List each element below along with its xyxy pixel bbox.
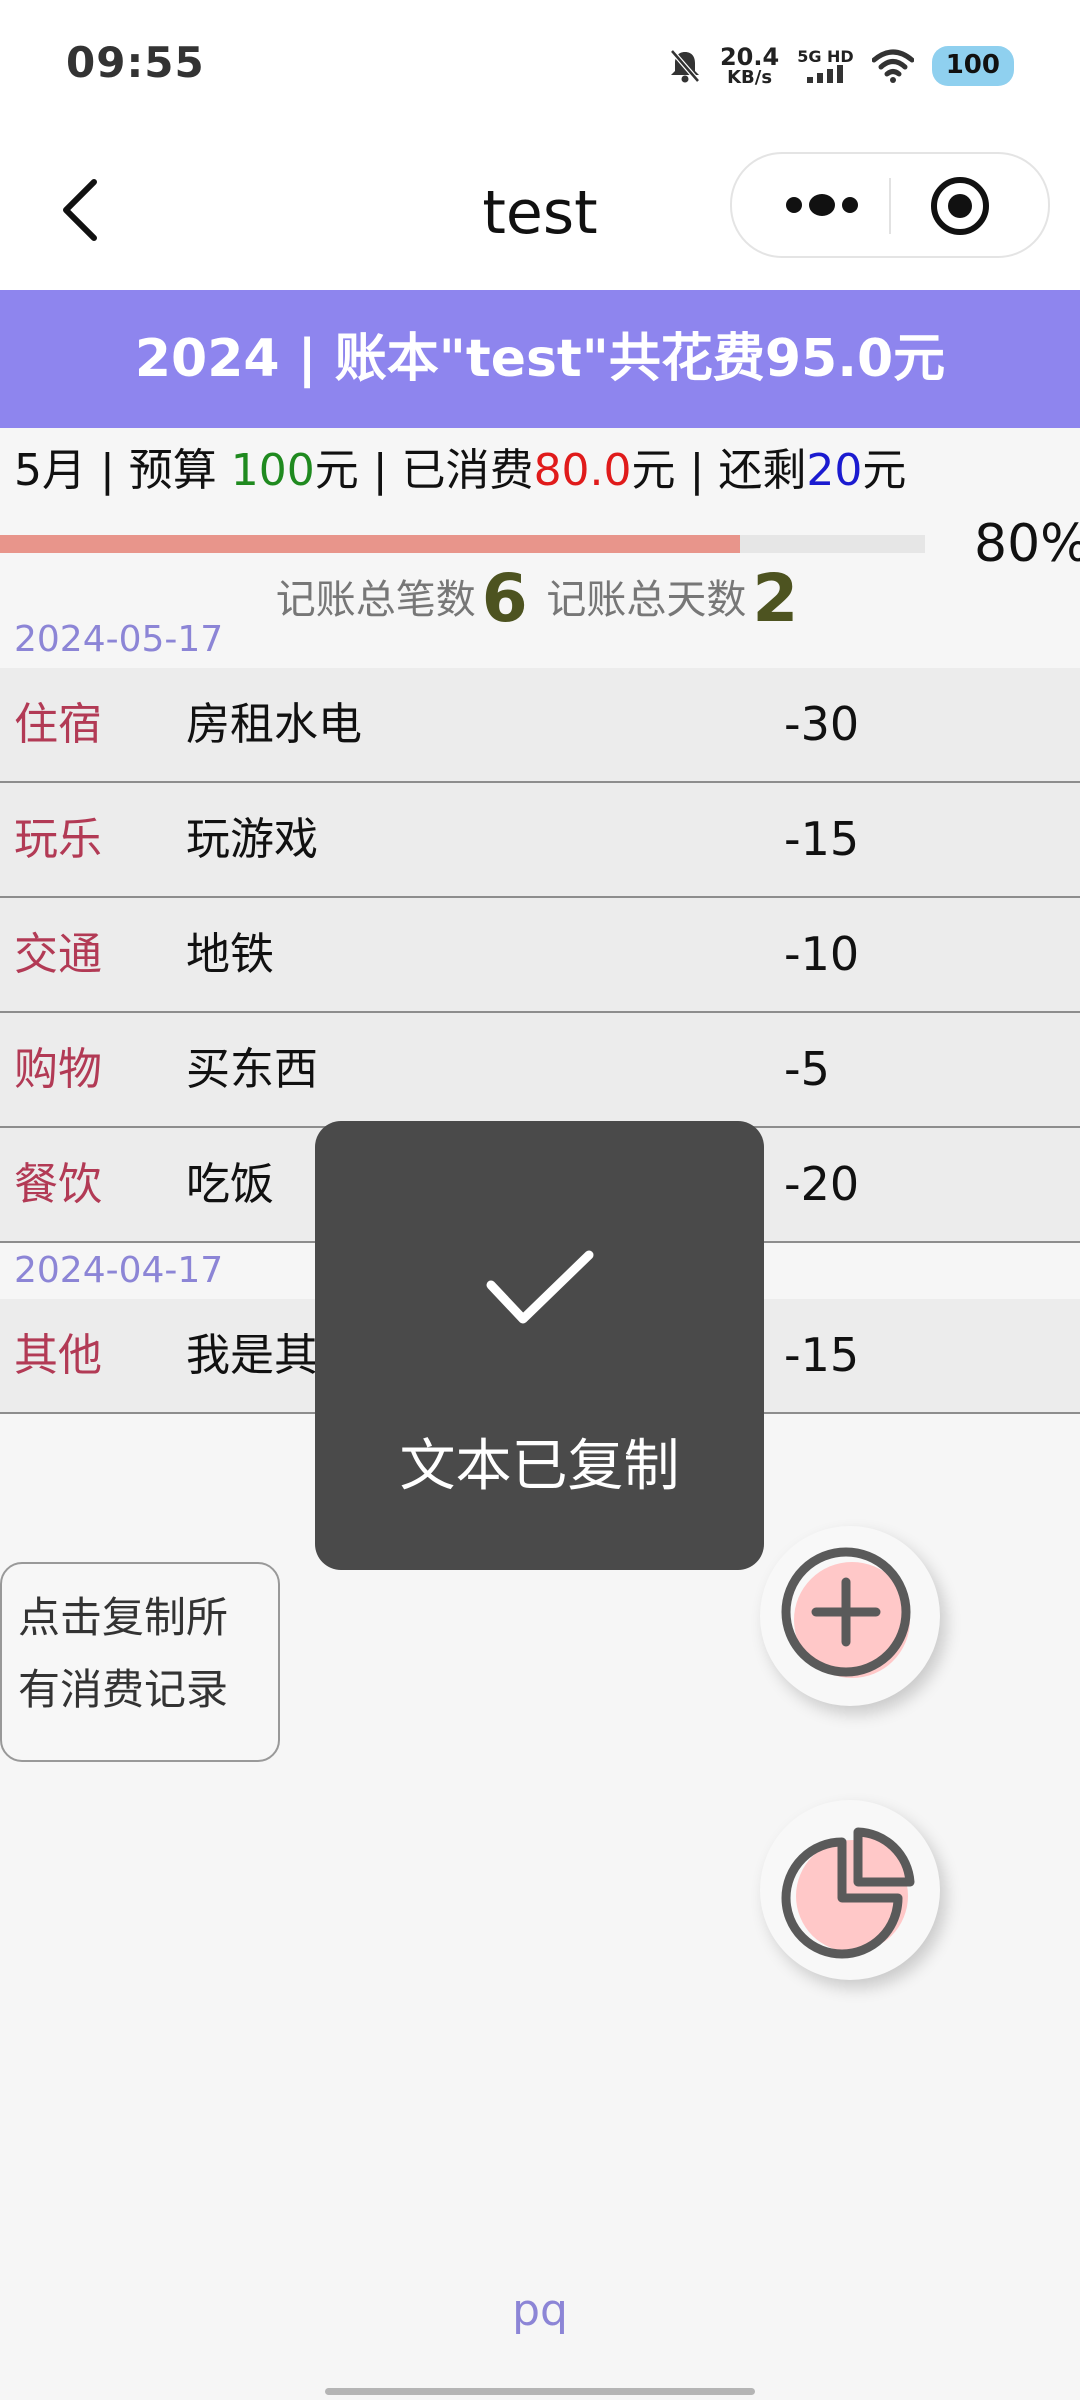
status-icons: 20.4 KB/s 5G HD 100 [668,40,1014,92]
status-bar: 09:55 20.4 KB/s 5G HD 100 [0,0,1080,130]
expense-amount: -5 [784,1042,830,1096]
pie-chart-icon [781,1827,915,1959]
more-dots-icon[interactable] [772,180,872,230]
footer-text: pq [512,2285,568,2336]
expense-category: 餐饮 [14,1159,102,1210]
budget-progress-bar [0,535,925,553]
expense-amount: -20 [784,1157,860,1211]
budget-line: 5月 | 预算 100元 | 已消费80.0元 | 还剩20元 [14,434,906,498]
budget-progress-fill [0,535,740,553]
status-time: 09:55 [66,38,205,87]
checkmark-icon [486,1250,594,1324]
battery-badge: 100 [931,46,1014,86]
net-speed-unit: KB/s [727,67,773,88]
spent-value: 80.0 [533,445,632,496]
expense-amount: -15 [784,1328,860,1382]
expense-category: 住宿 [14,699,102,750]
expense-description: 我是其 [186,1330,318,1381]
wifi-icon [871,49,914,83]
expense-amount: -15 [784,812,860,866]
budget-month-prefix: 5月 | 预算 [14,445,231,496]
expense-description: 买东西 [186,1044,318,1095]
expense-description: 玩游戏 [186,814,318,865]
toast-message: 文本已复制 [399,1434,680,1499]
net-speed-value: 20.4 [719,43,780,71]
statistics-button[interactable] [760,1800,940,1980]
expense-category: 交通 [14,929,102,980]
chevron-left-icon[interactable] [52,170,112,250]
expense-row[interactable]: 住宿 房租水电 -30 [0,668,1080,783]
signal-bars-icon [807,65,844,83]
target-icon[interactable] [928,174,992,238]
home-indicator[interactable] [325,2388,755,2395]
net-speed: 20.4 KB/s [720,45,779,87]
expense-description: 吃饭 [186,1159,274,1210]
expense-row[interactable]: 交通 地铁 -10 [0,898,1080,1013]
expense-category: 其他 [14,1330,102,1381]
expense-category: 玩乐 [14,814,102,865]
page-title: test [482,178,598,248]
copy-all-records-button[interactable]: 点击复制所有消费记录 [0,1562,280,1762]
signal-label: 5G HD [797,47,854,66]
ledger-banner: 2024 | 账本"test"共花费95.0元 [0,290,1080,428]
remaining-value: 20 [806,445,863,496]
nav-bar: test [0,130,1080,290]
date-header: 2024-05-17 [14,619,224,660]
capsule-divider [889,178,891,234]
mute-bell-icon [670,49,700,83]
expense-description: 地铁 [186,929,274,980]
budget-value: 100 [230,445,315,496]
remaining-suffix: 元 [862,445,907,496]
expense-description: 房租水电 [186,699,362,750]
plus-circle-icon [781,1547,911,1678]
cell-signal: 5G HD [797,49,854,83]
budget-suffix: 元 | 已消费 [314,445,534,496]
mini-program-capsule [730,152,1050,258]
expense-row[interactable]: 购物 买东西 -5 [0,1013,1080,1128]
add-record-button[interactable] [760,1526,940,1706]
expense-row[interactable]: 玩乐 玩游戏 -15 [0,783,1080,898]
expense-category: 购物 [14,1044,102,1095]
spent-suffix: 元 | 还剩 [631,445,807,496]
expense-amount: -30 [784,697,860,751]
expense-amount: -10 [784,927,860,981]
copied-toast: 文本已复制 [315,1121,764,1570]
